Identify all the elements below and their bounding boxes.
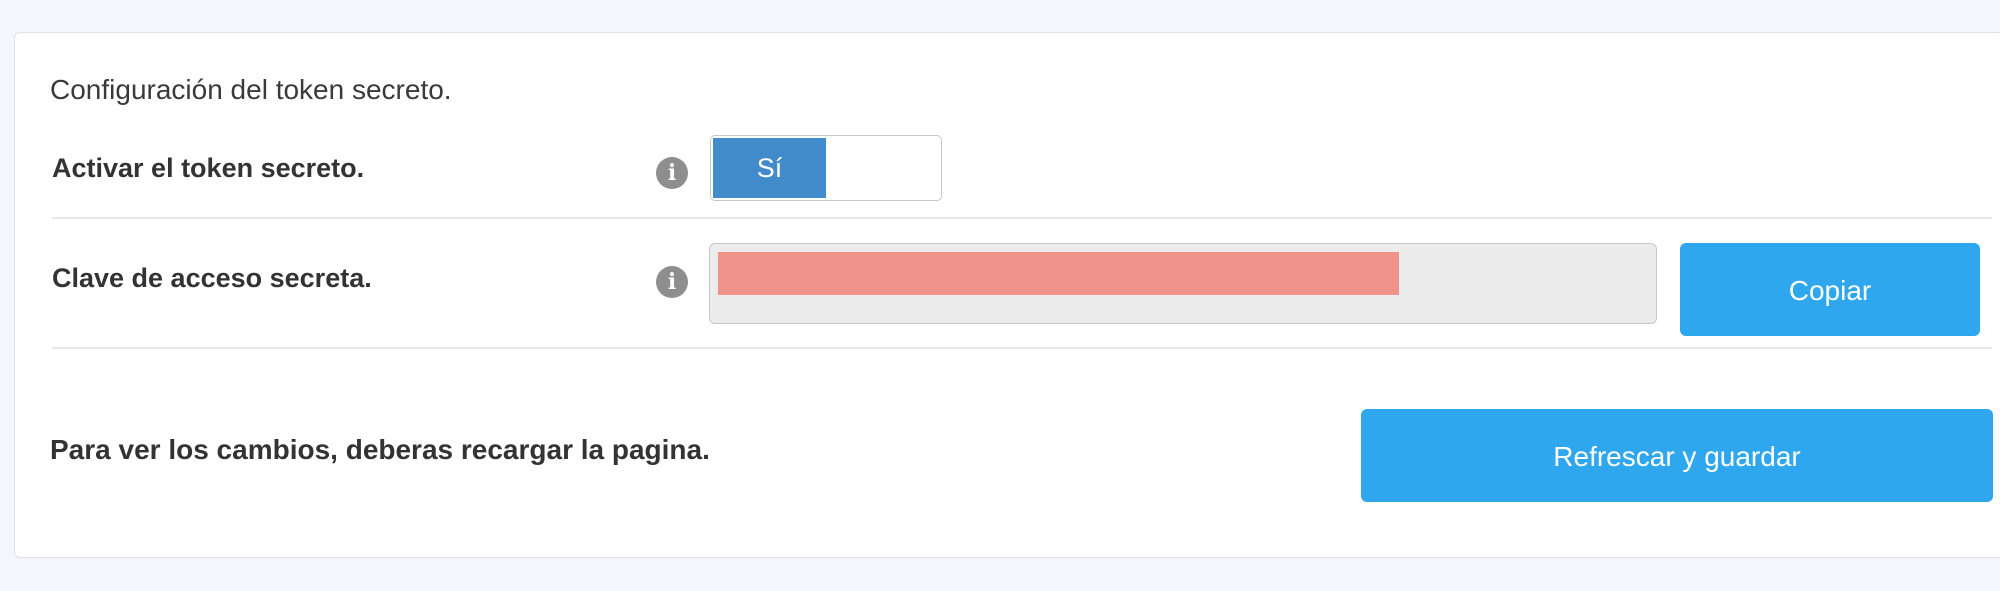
secret-key-field[interactable] bbox=[709, 243, 1657, 324]
section-heading: Configuración del token secreto. bbox=[50, 74, 452, 105]
reload-notice: Para ver los cambios, deberas recargar l… bbox=[50, 434, 710, 465]
info-icon[interactable]: i bbox=[656, 266, 688, 298]
copy-button[interactable]: Copiar bbox=[1680, 243, 1980, 336]
secret-key-label: Clave de acceso secreta. bbox=[52, 263, 372, 293]
row-divider bbox=[52, 217, 1992, 219]
info-icon[interactable]: i bbox=[656, 157, 688, 189]
toggle-off-option[interactable] bbox=[826, 138, 939, 198]
redacted-secret-value bbox=[718, 252, 1399, 295]
refresh-save-button[interactable]: Refrescar y guardar bbox=[1361, 409, 1993, 502]
row-divider bbox=[52, 347, 1992, 349]
enable-token-toggle[interactable]: Sí bbox=[710, 135, 942, 201]
enable-token-label: Activar el token secreto. bbox=[52, 153, 365, 183]
toggle-on-option[interactable]: Sí bbox=[713, 138, 826, 198]
